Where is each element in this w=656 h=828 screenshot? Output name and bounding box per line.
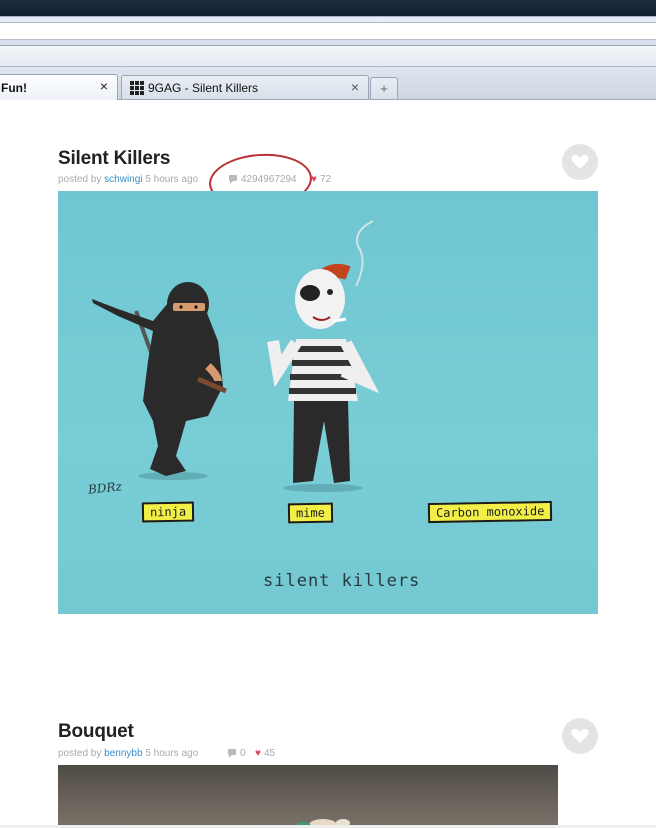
window-titlebar xyxy=(0,0,656,16)
comic-illustration xyxy=(92,220,380,492)
mime-label: mime xyxy=(287,502,334,524)
heart-icon xyxy=(571,154,589,169)
new-tab-button[interactable]: + xyxy=(370,77,398,99)
heart-icon xyxy=(571,728,589,743)
posted-by-label: posted by xyxy=(58,174,102,185)
post-title-text[interactable]: Bouquet xyxy=(58,721,134,742)
posted-by-label: posted by xyxy=(58,748,102,759)
heart-icon: ♥ xyxy=(255,748,261,759)
ninja-label: ninja xyxy=(141,501,195,523)
comment-icon xyxy=(228,749,236,758)
author-link[interactable]: bennybb xyxy=(104,748,142,759)
toolbar-gap xyxy=(0,46,656,66)
comment-count-value: 0 xyxy=(240,748,246,759)
mime-figure xyxy=(267,220,380,492)
tab-fun[interactable]: Fun! × xyxy=(0,74,118,100)
image-caption: silent killers xyxy=(263,571,421,591)
post-image[interactable]: BDRz ninja mime Carbon monoxide silent k… xyxy=(58,191,598,614)
like-count-value: 72 xyxy=(319,174,332,185)
like-button[interactable] xyxy=(562,718,598,754)
post-meta: posted by bennybb 5 hours ago 0 ♥ 45 xyxy=(58,748,358,759)
bouquet-photo xyxy=(295,819,350,828)
post-title[interactable]: Bouquet xyxy=(58,721,134,743)
post-meta: posted by schwingi 5 hours ago 429496729… xyxy=(58,174,358,185)
author-link[interactable]: schwingi xyxy=(104,174,142,185)
tab-label: 9GAG - Silent Killers xyxy=(148,80,259,95)
like-button[interactable] xyxy=(562,144,598,180)
post-title[interactable]: Silent Killers xyxy=(58,148,170,170)
like-count: ♥ 72 xyxy=(311,174,331,185)
address-input[interactable] xyxy=(0,22,656,40)
like-count: ♥ 45 xyxy=(255,748,275,759)
ninja-figure xyxy=(92,282,227,480)
post-time: 5 hours ago xyxy=(145,174,199,185)
9gag-favicon-icon xyxy=(130,80,144,95)
address-bar xyxy=(0,16,656,46)
tab-label: Fun! xyxy=(1,80,27,95)
carbon-monoxide-label: Carbon monoxide xyxy=(427,500,553,524)
post-image[interactable] xyxy=(58,765,558,828)
post-time: 5 hours ago xyxy=(145,748,199,759)
tab-9gag[interactable]: 9GAG - Silent Killers × xyxy=(121,75,369,99)
tab-close-icon[interactable]: × xyxy=(100,79,108,93)
comment-count[interactable]: 0 xyxy=(228,748,246,759)
post-title-text[interactable]: Silent Killers xyxy=(58,148,170,169)
like-count-value: 45 xyxy=(263,748,276,759)
tab-strip: Fun! × 9GAG - Silent Killers × + xyxy=(0,66,656,100)
tab-close-icon[interactable]: × xyxy=(351,80,359,94)
